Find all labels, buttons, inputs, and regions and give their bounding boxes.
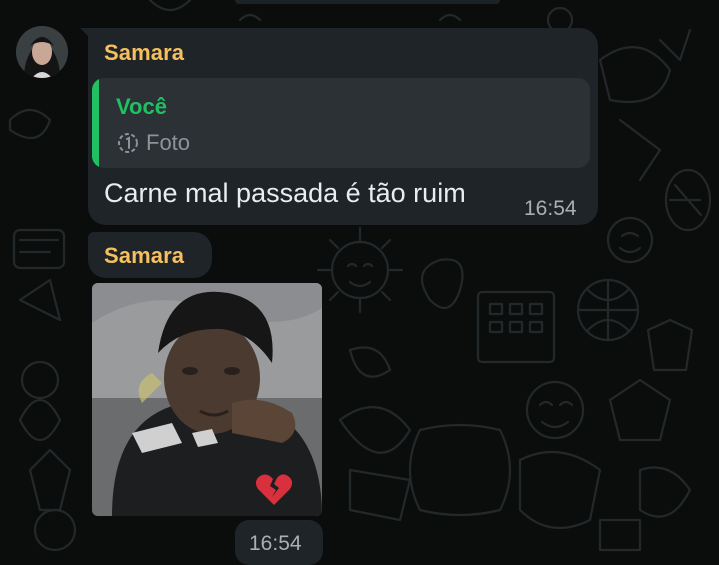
message-text: Carne mal passada é tão ruim [104, 178, 466, 208]
quote-accent-bar [92, 78, 99, 168]
quoted-preview: Foto [116, 130, 190, 156]
sender-avatar[interactable] [16, 26, 68, 78]
photo-attachment[interactable] [92, 283, 322, 516]
broken-heart-icon [255, 474, 293, 505]
sender-name: Samara [104, 40, 185, 65]
sender-name: Samara [104, 243, 185, 268]
photo-timestamp: 16:54 [249, 532, 302, 555]
quoted-preview-text: Foto [146, 130, 191, 155]
top-date-pill-edge [235, 0, 500, 4]
avatar-image [16, 26, 68, 78]
message-timestamp: 16:54 [524, 197, 577, 220]
view-once-photo-icon [118, 133, 138, 153]
quoted-author: Você [116, 94, 167, 119]
quoted-reply[interactable]: Você Foto [92, 78, 590, 168]
